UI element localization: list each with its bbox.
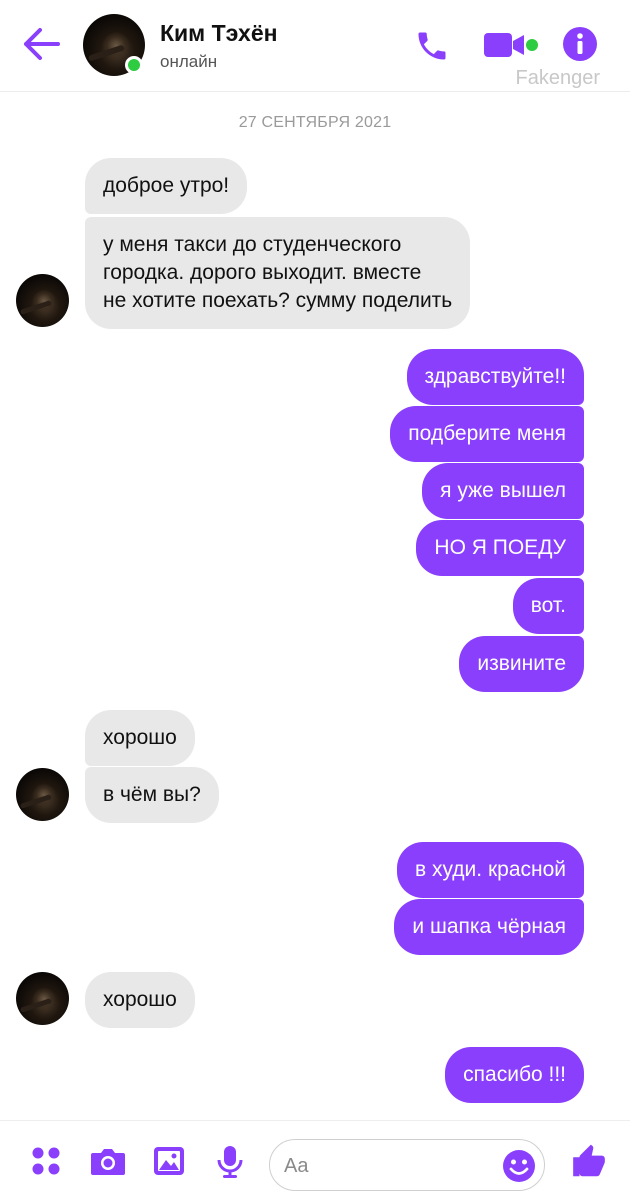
online-indicator <box>125 56 143 74</box>
call-button[interactable] <box>414 28 450 69</box>
avatar-photo <box>16 768 69 821</box>
message-line: городка. дорого выходит. вместе <box>103 261 422 284</box>
apps-dots-icon <box>32 1147 60 1175</box>
emoji-icon <box>503 1150 535 1182</box>
arrow-left-icon <box>24 28 60 60</box>
message-input[interactable] <box>284 1152 494 1180</box>
avatar-photo <box>16 274 69 327</box>
back-button[interactable] <box>22 26 62 62</box>
brand-watermark: Fakenger <box>515 67 601 89</box>
chat-header: Ким Тэхён онлайн Fakenger <box>0 0 630 92</box>
gallery-button[interactable] <box>152 1145 186 1182</box>
contact-avatar[interactable] <box>83 14 145 76</box>
camera-icon <box>91 1149 125 1175</box>
like-button[interactable] <box>570 1143 608 1186</box>
message-outgoing[interactable]: извините <box>459 636 584 692</box>
message-incoming[interactable]: доброе утро! <box>85 158 248 214</box>
message-outgoing[interactable]: здравствуйте!! <box>406 349 584 405</box>
date-separator: 27 СЕНТЯБРЯ 2021 <box>238 114 392 131</box>
phone-icon <box>418 32 446 60</box>
message-line: не хотите поехать? сумму поделить <box>103 289 453 312</box>
message-incoming[interactable]: хорошо <box>85 972 195 1028</box>
thumbs-up-icon <box>573 1144 605 1177</box>
message-outgoing[interactable]: подберите меня <box>390 406 584 462</box>
message-outgoing[interactable]: спасибо !!! <box>445 1047 584 1103</box>
emoji-button[interactable] <box>502 1149 536 1188</box>
contact-name[interactable]: Ким Тэхён <box>160 20 278 47</box>
message-outgoing[interactable]: я уже вышел <box>422 463 584 519</box>
contact-status: онлайн <box>160 52 218 71</box>
contact-avatar-small[interactable] <box>16 768 69 821</box>
contact-avatar-small[interactable] <box>16 274 69 327</box>
avatar-photo <box>16 972 69 1025</box>
voice-message-button[interactable] <box>216 1145 244 1184</box>
video-camera-icon <box>484 33 538 57</box>
message-outgoing[interactable]: вот. <box>512 578 584 634</box>
message-outgoing[interactable]: в худи. красной <box>397 842 584 898</box>
microphone-icon <box>217 1146 243 1178</box>
message-incoming[interactable]: хорошо <box>85 710 195 766</box>
message-outgoing[interactable]: НО Я ПОЕДУ <box>416 520 584 576</box>
message-outgoing[interactable]: и шапка чёрная <box>394 899 584 955</box>
message-incoming[interactable]: у меня такси до студенческого городка. д… <box>85 217 471 329</box>
info-button[interactable] <box>562 26 598 67</box>
message-incoming[interactable]: в чём вы? <box>85 767 219 823</box>
image-icon <box>154 1147 184 1175</box>
message-line: у меня такси до студенческого <box>103 233 402 256</box>
contact-avatar-small[interactable] <box>16 972 69 1025</box>
message-composer <box>0 1120 630 1200</box>
video-call-button[interactable] <box>482 30 540 65</box>
message-input-box[interactable] <box>269 1139 545 1191</box>
camera-button[interactable] <box>89 1145 127 1182</box>
more-actions-button[interactable] <box>30 1145 62 1182</box>
info-icon <box>563 27 597 61</box>
